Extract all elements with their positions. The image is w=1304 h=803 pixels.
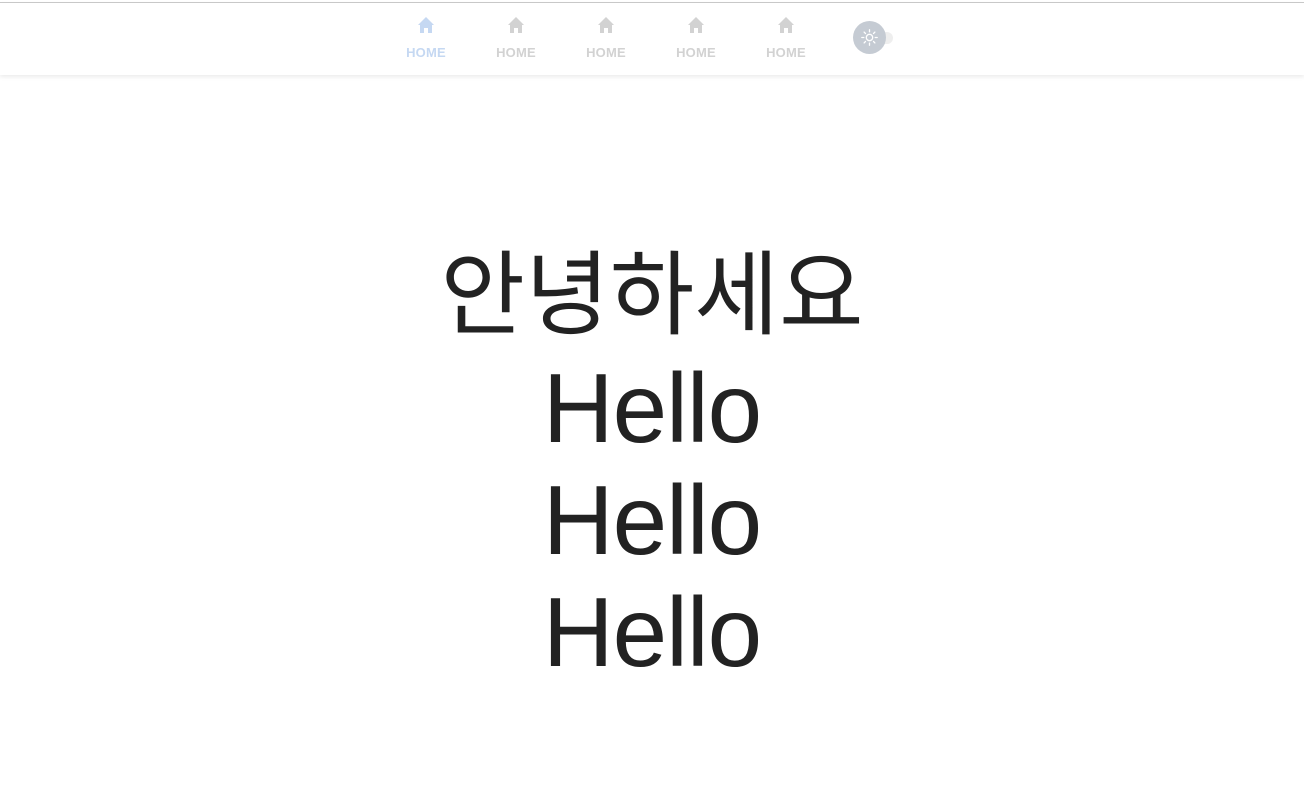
nav-item-label: HOME <box>766 45 806 60</box>
home-icon <box>687 16 705 34</box>
greeting-heading: 안녕하세요 <box>440 242 864 349</box>
nav-item-home-3[interactable]: HOME <box>571 3 641 75</box>
hello-line: Hello <box>542 353 762 463</box>
nav-item-home-1[interactable]: HOME <box>391 3 461 75</box>
home-icon <box>597 16 615 34</box>
home-icon <box>777 16 795 34</box>
nav-item-label: HOME <box>676 45 716 60</box>
nav-item-home-4[interactable]: HOME <box>661 3 731 75</box>
toggle-knob <box>853 21 886 54</box>
nav-item-label: HOME <box>406 45 446 60</box>
nav-item-home-5[interactable]: HOME <box>751 3 821 75</box>
top-navbar: HOME HOME HOME HOME HOME <box>0 3 1304 75</box>
nav-item-home-2[interactable]: HOME <box>481 3 551 75</box>
main-content: 안녕하세요 Hello Hello Hello <box>0 240 1304 688</box>
home-icon <box>417 16 435 34</box>
home-icon <box>507 16 525 34</box>
theme-toggle[interactable] <box>853 21 897 55</box>
hello-line: Hello <box>542 577 762 687</box>
nav-item-label: HOME <box>496 45 536 60</box>
hello-line: Hello <box>542 465 762 575</box>
nav-item-label: HOME <box>586 45 626 60</box>
